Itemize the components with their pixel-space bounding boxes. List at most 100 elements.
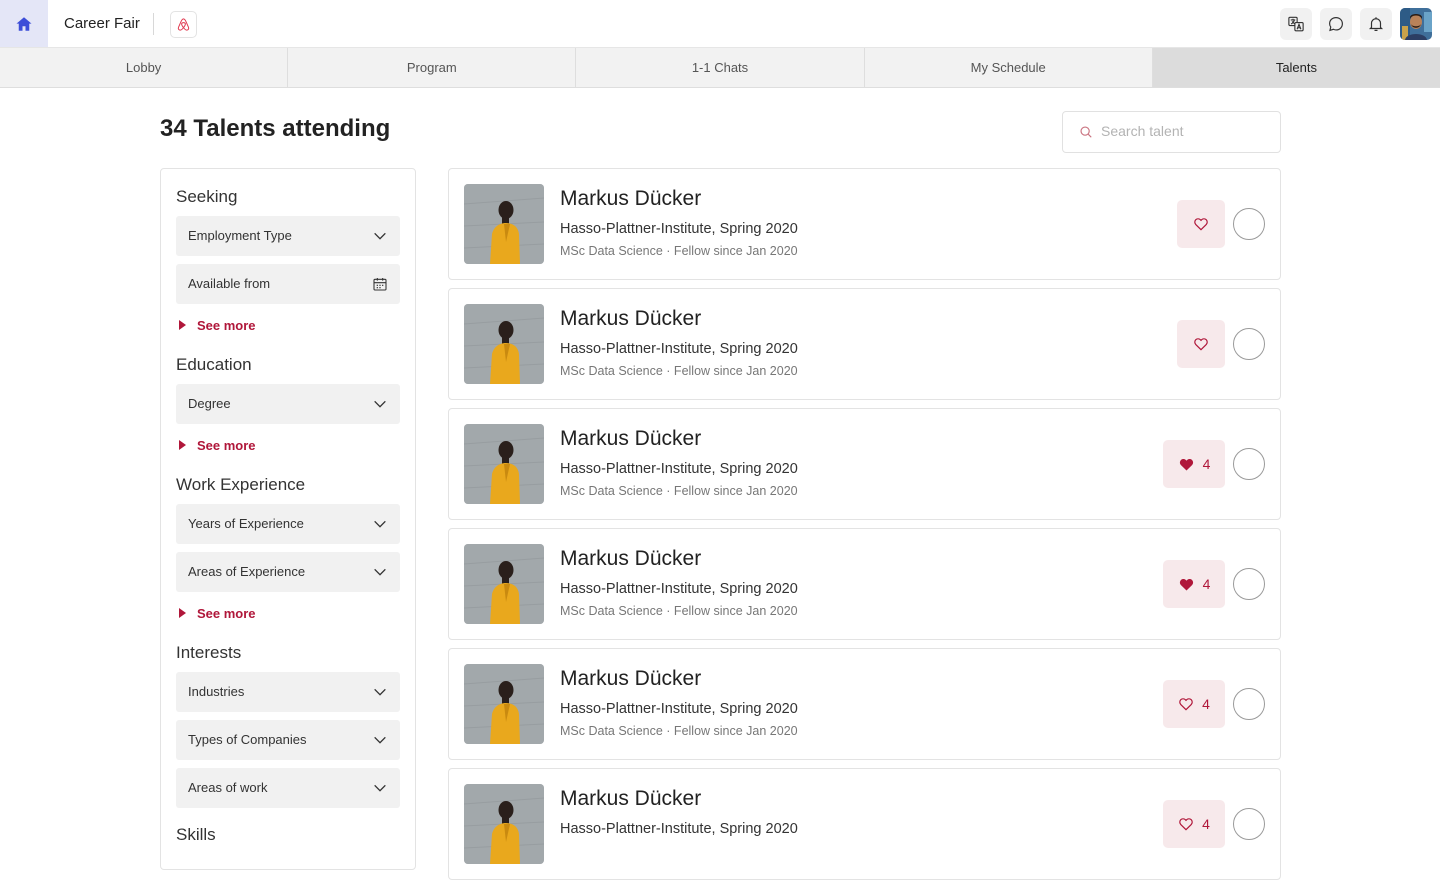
chat-button[interactable] (1320, 8, 1352, 40)
tab-program[interactable]: Program (288, 48, 577, 87)
seeking-see-more-link[interactable]: See more (179, 317, 256, 333)
talent-card[interactable]: Markus Dücker Hasso-Plattner-Institute, S… (448, 408, 1281, 520)
areas-of-experience-select[interactable]: Areas of Experience (176, 552, 400, 592)
like-count: 4 (1202, 456, 1211, 472)
see-more-label: See more (197, 317, 256, 333)
home-button[interactable] (0, 0, 48, 47)
airbnb-logo-icon (177, 18, 190, 31)
heart-filled-icon (1179, 578, 1193, 591)
talent-card[interactable]: Markus Dücker Hasso-Plattner-Institute, S… (448, 768, 1281, 880)
industries-select[interactable]: Industries (176, 672, 400, 712)
caret-right-icon (179, 440, 186, 450)
like-count: 4 (1202, 696, 1210, 712)
like-button[interactable]: 4 (1163, 440, 1225, 488)
heart-filled-icon (1179, 458, 1193, 471)
tab-chats[interactable]: 1-1 Chats (576, 48, 865, 87)
tab-lobby[interactable]: Lobby (0, 48, 289, 87)
chevron-down-icon (374, 520, 386, 528)
talent-photo (464, 424, 544, 504)
talent-card[interactable]: Markus Dücker Hasso-Plattner-Institute, S… (448, 528, 1281, 640)
caret-right-icon (179, 608, 186, 618)
filter-section-interests-title: Interests (176, 643, 242, 662)
filter-section-work-experience-title: Work Experience (176, 475, 306, 494)
areas-of-work-label: Areas of work (188, 780, 268, 795)
available-from-field[interactable]: Available from (176, 264, 400, 304)
talent-name: Markus Dücker (560, 547, 702, 570)
talent-meta: MSc Data Science · Fellow since Jan 2020 (560, 244, 798, 258)
tab-my-schedule[interactable]: My Schedule (864, 48, 1153, 87)
talent-school: Hasso-Plattner-Institute, Spring 2020 (560, 341, 798, 357)
talent-meta: MSc Data Science · Fellow since Jan 2020 (560, 724, 798, 738)
education-see-more-link[interactable]: See more (179, 437, 256, 453)
like-button[interactable] (1177, 320, 1225, 368)
chat-icon (1329, 17, 1343, 32)
like-button[interactable] (1177, 200, 1225, 248)
talent-school: Hasso-Plattner-Institute, Spring 2020 (560, 581, 798, 597)
talent-search (1062, 111, 1281, 153)
talent-name: Markus Dücker (560, 187, 702, 210)
select-talent-checkbox[interactable] (1233, 208, 1265, 240)
chevron-down-icon (374, 784, 386, 792)
select-talent-checkbox[interactable] (1233, 448, 1265, 480)
select-talent-checkbox[interactable] (1233, 808, 1265, 840)
see-more-label: See more (197, 437, 256, 453)
company-types-select[interactable]: Types of Companies (176, 720, 400, 760)
talent-school: Hasso-Plattner-Institute, Spring 2020 (560, 461, 798, 477)
areas-of-work-select[interactable]: Areas of work (176, 768, 400, 808)
top-bar: Career Fair (0, 0, 1440, 48)
filter-section-skills-title: Skills (176, 825, 216, 844)
years-of-experience-select[interactable]: Years of Experience (176, 504, 400, 544)
search-icon (1080, 126, 1092, 138)
like-button[interactable]: 4 (1163, 680, 1225, 728)
search-input[interactable] (1101, 112, 1271, 150)
available-from-label: Available from (188, 276, 271, 291)
heart-outline-icon (1179, 698, 1193, 711)
talent-name: Markus Dücker (560, 667, 702, 690)
like-button[interactable]: 4 (1163, 800, 1225, 848)
talent-meta: MSc Data Science · Fellow since Jan 2020 (560, 604, 798, 618)
translate-icon (1288, 16, 1304, 32)
notifications-button[interactable] (1360, 8, 1392, 40)
talent-card[interactable]: Markus Dücker Hasso-Plattner-Institute, S… (448, 168, 1281, 280)
home-icon (16, 16, 32, 31)
heart-outline-icon (1194, 218, 1208, 231)
select-talent-checkbox[interactable] (1233, 688, 1265, 720)
page-title: 34 Talents attending (160, 115, 391, 142)
employment-type-select[interactable]: Employment Type (176, 216, 400, 256)
brand-logo-button[interactable] (170, 11, 197, 38)
talent-photo (464, 784, 544, 864)
work-experience-see-more-link[interactable]: See more (179, 605, 256, 621)
caret-right-icon (179, 320, 186, 330)
select-talent-checkbox[interactable] (1233, 568, 1265, 600)
talent-photo (464, 664, 544, 744)
company-types-label: Types of Companies (188, 732, 307, 747)
like-button[interactable]: 4 (1163, 560, 1225, 608)
heart-outline-icon (1194, 338, 1208, 351)
chevron-down-icon (374, 688, 386, 696)
talent-meta: MSc Data Science · Fellow since Jan 2020 (560, 484, 798, 498)
main-tabs: Lobby Program 1-1 Chats My Schedule Tale… (0, 48, 1440, 88)
app-title: Career Fair (64, 15, 140, 32)
talent-school: Hasso-Plattner-Institute, Spring 2020 (560, 701, 798, 717)
select-talent-checkbox[interactable] (1233, 328, 1265, 360)
talent-name: Markus Dücker (560, 787, 702, 810)
see-more-label: See more (197, 605, 256, 621)
tab-talents[interactable]: Talents (1152, 48, 1440, 87)
filter-section-seeking-title: Seeking (176, 187, 238, 206)
talent-name: Markus Dücker (560, 307, 702, 330)
talent-school: Hasso-Plattner-Institute, Spring 2020 (560, 821, 798, 837)
bell-icon (1368, 17, 1384, 31)
talent-card[interactable]: Markus Dücker Hasso-Plattner-Institute, S… (448, 288, 1281, 400)
talent-photo (464, 184, 544, 264)
talent-meta: MSc Data Science · Fellow since Jan 2020 (560, 364, 798, 378)
chevron-down-icon (374, 736, 386, 744)
chevron-down-icon (374, 568, 386, 576)
like-count: 4 (1202, 576, 1211, 592)
translate-button[interactable] (1280, 8, 1312, 40)
talent-school: Hasso-Plattner-Institute, Spring 2020 (560, 221, 798, 237)
calendar-icon (373, 278, 387, 291)
industries-label: Industries (188, 684, 245, 699)
user-avatar[interactable] (1400, 8, 1432, 40)
degree-select[interactable]: Degree (176, 384, 400, 424)
talent-card[interactable]: Markus Dücker Hasso-Plattner-Institute, S… (448, 648, 1281, 760)
